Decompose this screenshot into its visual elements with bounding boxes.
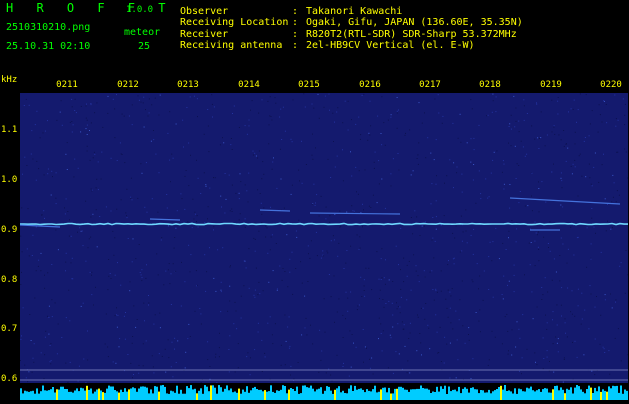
y-tick: 0.9 [1, 225, 17, 235]
carrier-signal-trace [20, 223, 628, 224]
meteor-echo-streak [150, 219, 180, 220]
field-location-label: Receiving Location [180, 17, 288, 28]
field-observer-colon: : [292, 6, 298, 17]
meteor-echo-streak [260, 210, 290, 211]
y-tick: 1.0 [1, 175, 17, 185]
timestamp: 25.10.31 02:10 [6, 41, 90, 52]
field-observer-label: Observer [180, 6, 228, 17]
x-tick: 0216 [355, 80, 385, 90]
x-tick: 0217 [415, 80, 445, 90]
version-label: 1.0.0 [126, 5, 153, 15]
signal-level-bar [20, 383, 628, 400]
field-receiver-label: Receiver [180, 29, 228, 40]
field-receiver-colon: : [292, 29, 298, 40]
y-tick: 1.1 [1, 125, 17, 135]
meteor-echo-streak [510, 198, 620, 204]
x-tick: 0214 [234, 80, 264, 90]
x-tick: 0220 [596, 80, 626, 90]
filename: 2510310210.png [6, 22, 90, 33]
meteor-label: meteor [124, 27, 160, 38]
field-antenna-colon: : [292, 40, 298, 51]
x-tick: 0219 [536, 80, 566, 90]
field-location-colon: : [292, 17, 298, 28]
noise-speckles [20, 93, 628, 383]
x-tick: 0212 [113, 80, 143, 90]
x-tick: 0215 [294, 80, 324, 90]
y-tick: 0.8 [1, 275, 17, 285]
meteor-count: 25 [138, 41, 150, 52]
y-tick: 0.7 [1, 324, 17, 334]
x-tick: 0213 [173, 80, 203, 90]
x-tick: 0211 [52, 80, 82, 90]
field-antenna-value: 2el-HB9CV Vertical (el. E-W) [306, 40, 475, 51]
field-location-value: Ogaki, Gifu, JAPAN (136.60E, 35.35N) [306, 17, 523, 28]
field-observer-value: Takanori Kawachi [306, 6, 402, 17]
field-receiver-value: R820T2(RTL-SDR) SDR-Sharp 53.372MHz [306, 29, 517, 40]
x-tick: 0218 [475, 80, 505, 90]
y-unit-label: kHz [1, 75, 17, 85]
meteor-echo-streak [310, 213, 400, 214]
signal-level-canvas [20, 383, 628, 400]
spectrogram-canvas [20, 93, 628, 383]
y-tick: 0.6 [1, 374, 17, 384]
field-antenna-label: Receiving antenna [180, 40, 282, 51]
spectrogram-plot [20, 93, 628, 383]
